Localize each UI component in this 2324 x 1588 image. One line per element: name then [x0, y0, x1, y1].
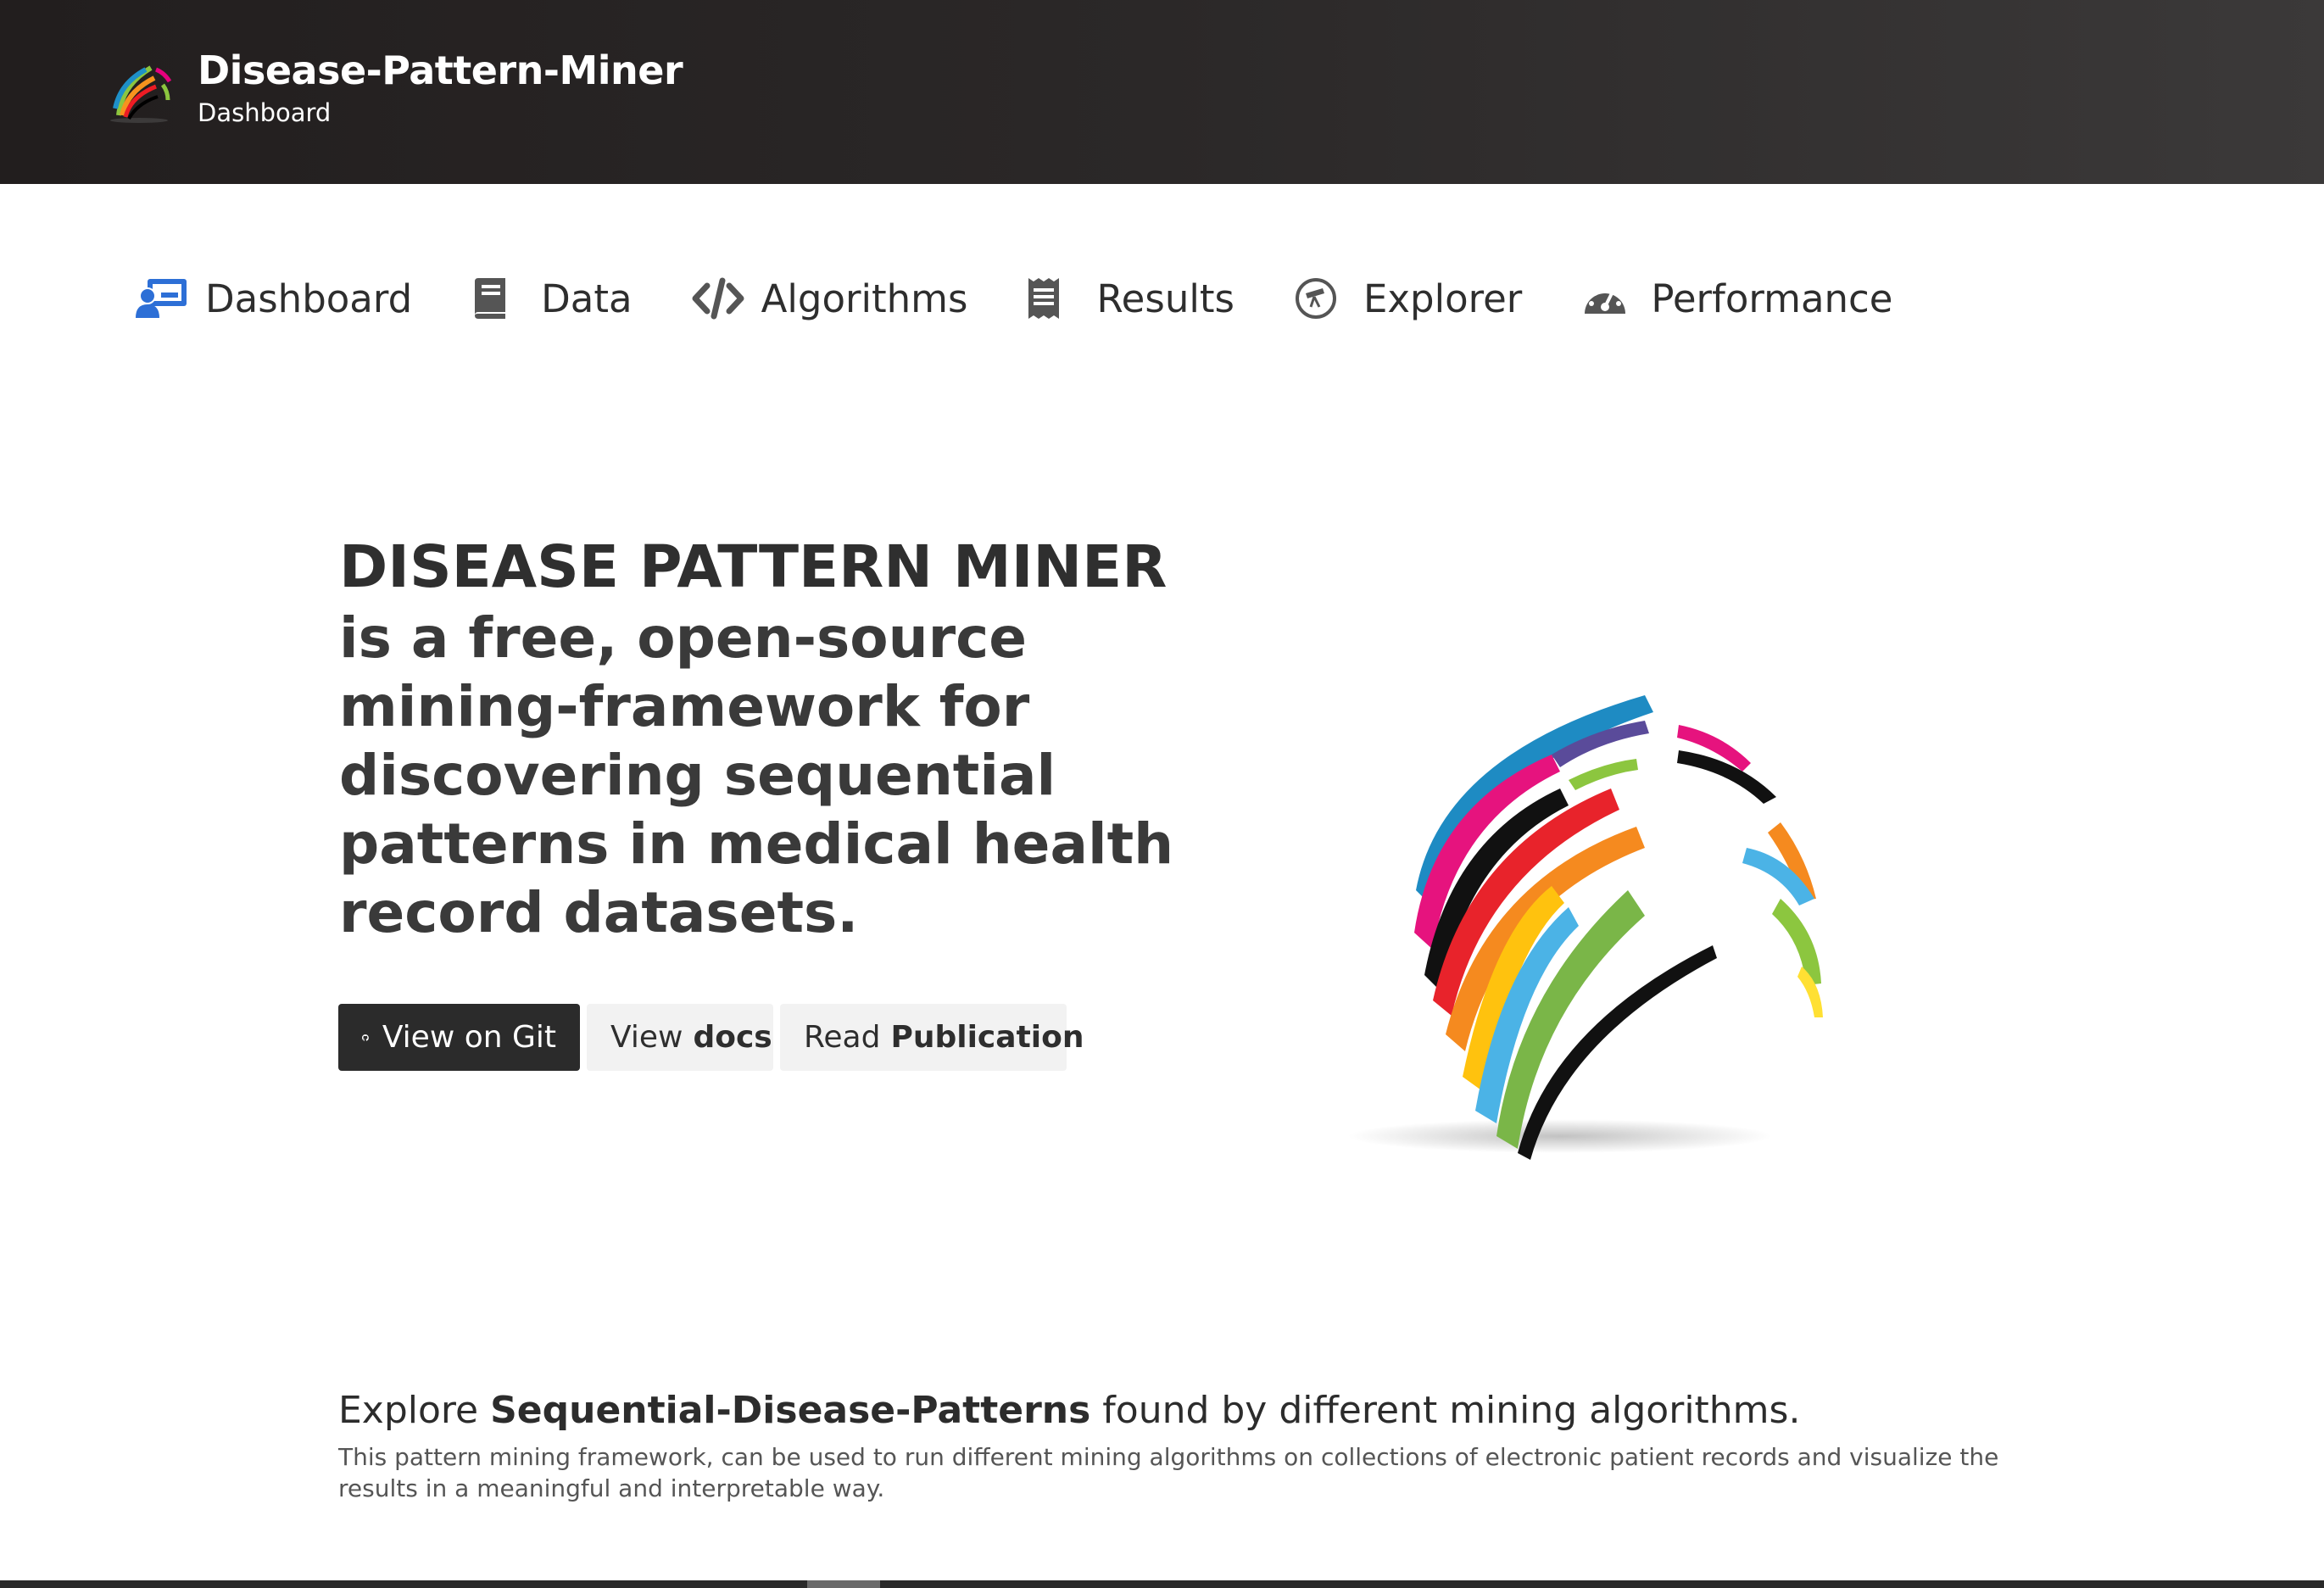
read-publication-button[interactable]: Read Publication	[780, 1004, 1084, 1071]
explore-description: This pattern mining framework, can be us…	[338, 1443, 1999, 1502]
scrollbar-thumb[interactable]	[807, 1580, 880, 1588]
rainbow-globe-illustration	[1348, 695, 1823, 1160]
app-title[interactable]: Disease-Pattern-Miner	[198, 47, 683, 93]
tagline-line: patterns in medical health	[339, 811, 1174, 877]
nav-label: Dashboard	[205, 276, 413, 321]
explore-heading-prefix: Explore	[338, 1389, 479, 1432]
tagline-line: is a free, open-source	[339, 605, 1028, 671]
telescope-icon	[1294, 270, 1350, 326]
view-docs-prefix: View	[610, 1020, 683, 1055]
read-publication-prefix: Read	[804, 1020, 881, 1055]
presentation-user-icon	[136, 270, 192, 326]
view-docs-bold: docs	[693, 1020, 772, 1055]
nav-item-data[interactable]: Data	[471, 270, 633, 326]
nav-item-results[interactable]: Results	[1027, 270, 1234, 326]
view-on-git-button[interactable]: View on Git	[338, 1004, 580, 1071]
nav-item-algorithms[interactable]: Algorithms	[692, 270, 968, 326]
rainbow-globe-logo-icon[interactable]	[103, 59, 188, 127]
nav-label: Performance	[1651, 276, 1893, 321]
view-docs-button[interactable]: View docs	[587, 1004, 773, 1071]
nav-label: Results	[1096, 276, 1234, 321]
top-header: Disease-Pattern-Miner Dashboard	[0, 0, 2324, 184]
nav-item-explorer[interactable]: Explorer	[1294, 270, 1522, 326]
view-on-git-label: View on Git	[382, 1020, 556, 1055]
hero-button-group: View on Git View docs Read Publication	[338, 1004, 1084, 1071]
speedometer-icon	[1581, 270, 1637, 326]
tagline-line: discovering sequential	[339, 743, 1056, 808]
code-icon	[692, 270, 748, 326]
page-subtitle: Dashboard	[198, 98, 332, 127]
hero-title: DISEASE PATTERN MINER	[339, 533, 1168, 601]
github-icon	[362, 1034, 369, 1041]
nav-label: Explorer	[1363, 276, 1523, 321]
receipt-icon	[1027, 270, 1083, 326]
book-icon	[471, 270, 527, 326]
nav-item-performance[interactable]: Performance	[1581, 270, 1892, 326]
nav-label: Algorithms	[761, 276, 968, 321]
tagline-line: mining-framework for	[339, 674, 1030, 739]
main-nav: Dashboard Data Algorithms Results Explor…	[136, 265, 1952, 332]
explore-heading-suffix: found by different mining algorithms.	[1102, 1389, 1801, 1432]
explore-heading: Explore Sequential-Disease-Patterns foun…	[338, 1389, 1800, 1432]
nav-item-dashboard[interactable]: Dashboard	[136, 270, 412, 326]
nav-label: Data	[541, 276, 633, 321]
explore-heading-bold: Sequential-Disease-Patterns	[490, 1389, 1091, 1432]
hero-tagline: is a free, open-source mining-framework …	[339, 604, 1174, 947]
read-publication-bold: Publication	[890, 1020, 1084, 1055]
horizontal-scrollbar[interactable]	[0, 1580, 2324, 1588]
tagline-line: record datasets.	[339, 880, 859, 945]
